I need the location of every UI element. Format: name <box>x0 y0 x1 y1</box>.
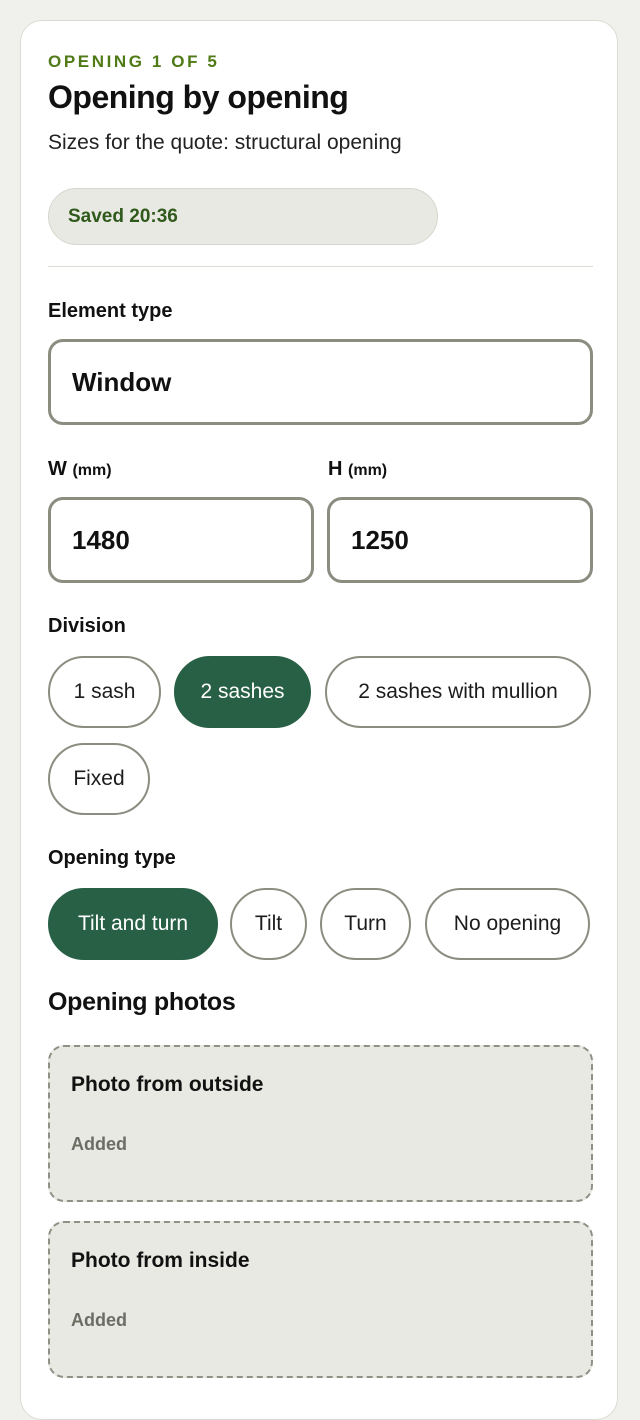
element-type-select[interactable]: Window <box>48 339 593 425</box>
height-input[interactable]: 1250 <box>327 497 593 583</box>
height-label: H (mm) <box>328 458 387 481</box>
photo-inside-title: Photo from inside <box>71 1249 250 1272</box>
height-value: 1250 <box>351 524 409 555</box>
opening-type-option-tilt-and-turn[interactable]: Tilt and turn <box>48 888 218 960</box>
division-label: Division <box>48 615 126 637</box>
opening-form-card: OPENING 1 OF 5 Opening by opening Sizes … <box>20 20 618 1420</box>
width-label-text: W <box>48 458 67 480</box>
element-type-label: Element type <box>48 300 173 322</box>
photo-upload-inside[interactable]: Photo from inside Added <box>48 1221 593 1378</box>
width-input[interactable]: 1480 <box>48 497 314 583</box>
photos-section-title: Opening photos <box>48 988 236 1016</box>
page-subtitle: Sizes for the quote: structural opening <box>48 131 402 154</box>
width-label: W (mm) <box>48 458 112 481</box>
divider <box>48 266 593 267</box>
opening-type-option-turn[interactable]: Turn <box>320 888 411 960</box>
opening-type-option-tilt[interactable]: Tilt <box>230 888 307 960</box>
division-option-fixed[interactable]: Fixed <box>48 743 150 815</box>
photo-inside-status: Added <box>71 1310 127 1330</box>
division-option-1-sash[interactable]: 1 sash <box>48 656 161 728</box>
division-option-2-sashes[interactable]: 2 sashes <box>174 656 311 728</box>
photo-upload-outside[interactable]: Photo from outside Added <box>48 1045 593 1202</box>
opening-type-label: Opening type <box>48 847 176 869</box>
photo-outside-status: Added <box>71 1134 127 1154</box>
height-label-text: H <box>328 458 343 480</box>
opening-type-option-no-opening[interactable]: No opening <box>425 888 590 960</box>
element-type-value: Window <box>72 366 172 397</box>
division-option-2-sashes-with-mullion[interactable]: 2 sashes with mullion <box>325 656 591 728</box>
page-title: Opening by opening <box>48 79 349 115</box>
step-indicator: OPENING 1 OF 5 <box>48 52 220 71</box>
width-value: 1480 <box>72 524 130 555</box>
width-unit: (mm) <box>72 462 112 479</box>
photo-outside-title: Photo from outside <box>71 1073 264 1096</box>
saved-status-badge: Saved 20:36 <box>48 188 438 245</box>
height-unit: (mm) <box>348 462 388 479</box>
